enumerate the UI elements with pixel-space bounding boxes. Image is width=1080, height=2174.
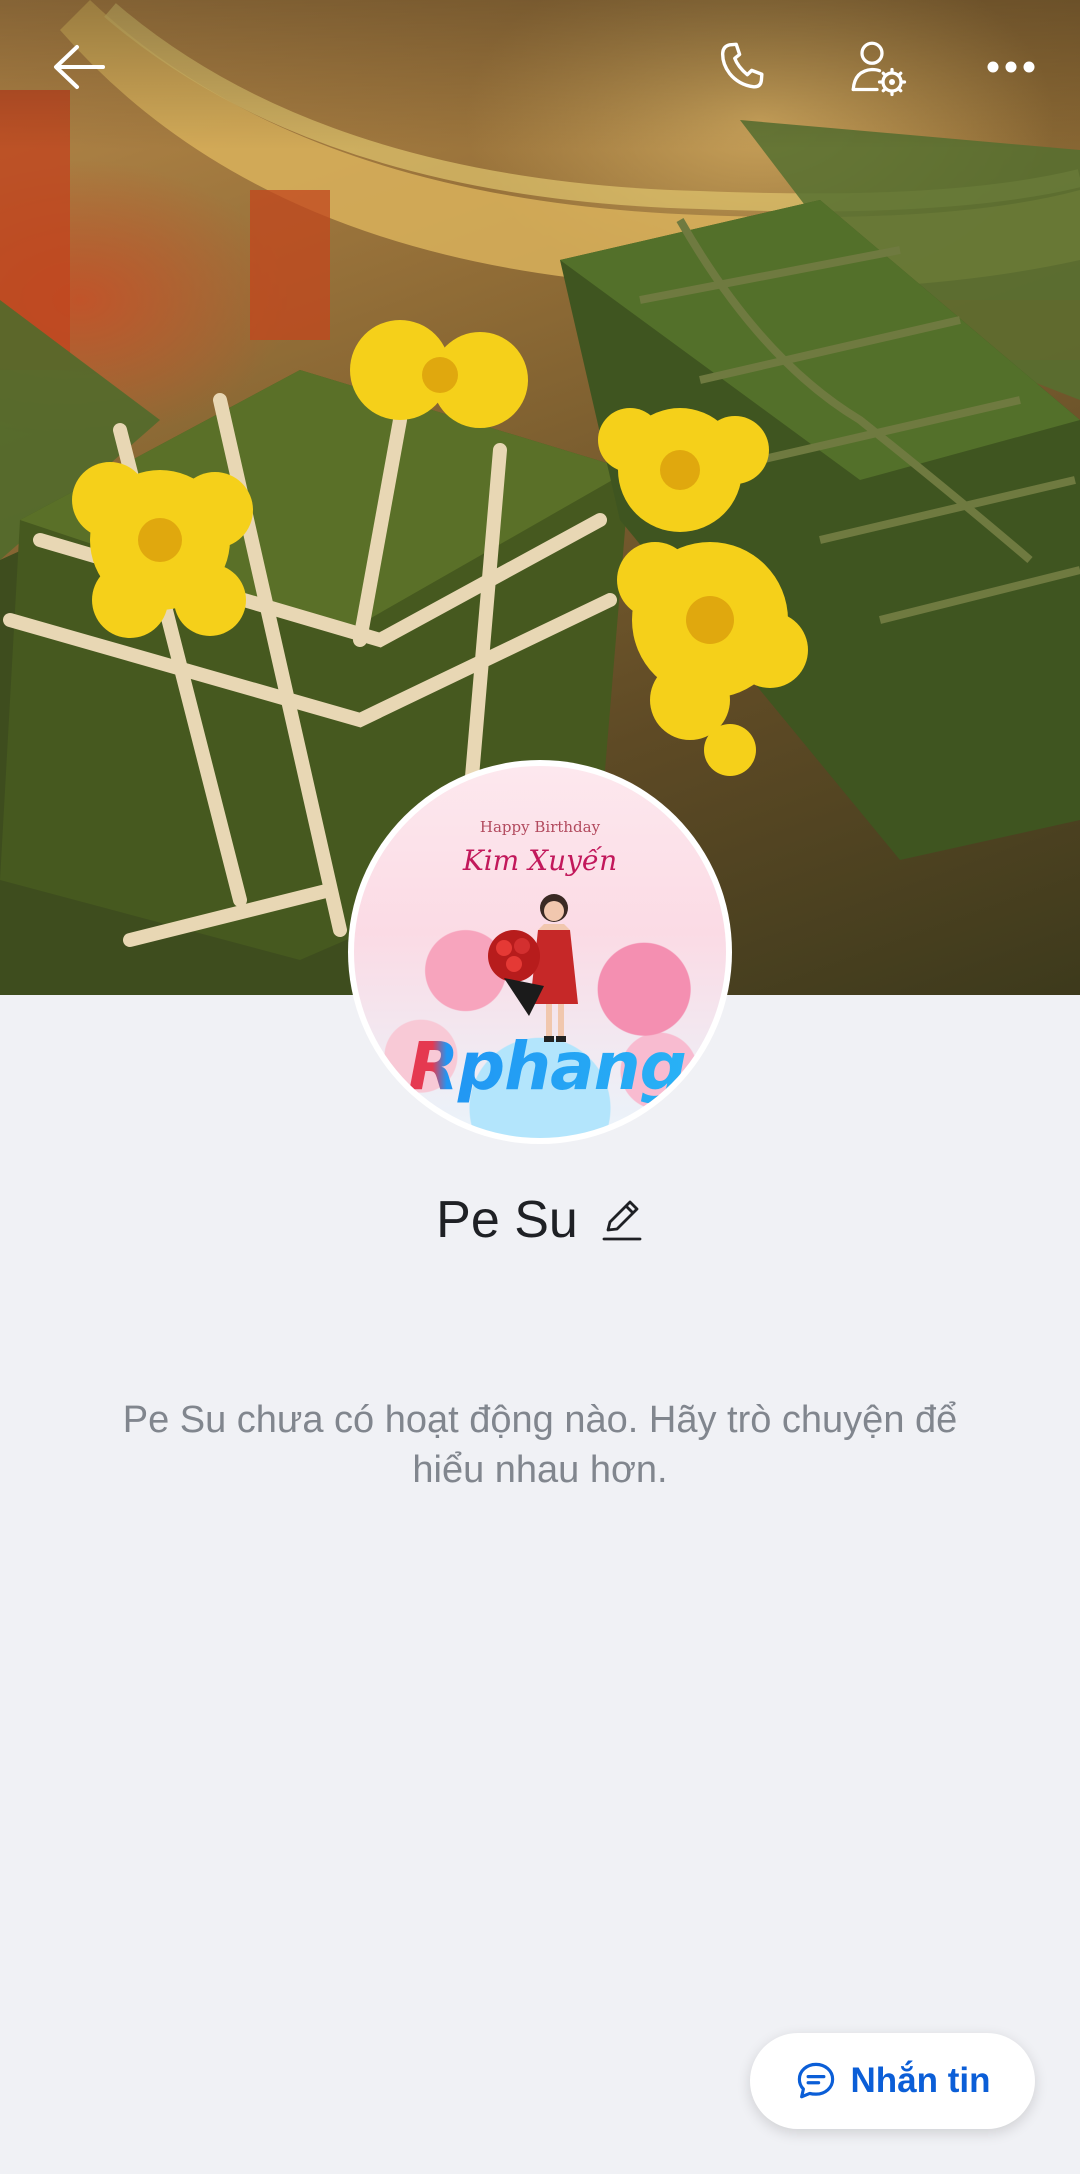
empty-activity-message: Pe Su chưa có hoạt động nào. Hãy trò chu… [122, 1399, 958, 1491]
user-settings-button[interactable] [832, 22, 922, 112]
profile-name-row: Pe Su [0, 1185, 1080, 1255]
chat-bubble-icon [797, 2062, 834, 2099]
avatar-greeting-text: Happy Birthday [479, 818, 601, 836]
back-arrow-icon [54, 45, 105, 89]
profile-name: Pe Su [436, 1191, 578, 1249]
pencil-icon [602, 1200, 642, 1241]
more-options-button[interactable] [966, 22, 1056, 112]
more-icon [987, 61, 1035, 73]
avatar-image: Happy Birthday Kim Xuyến Rphang [354, 766, 726, 1138]
back-button[interactable] [34, 22, 124, 112]
top-bar [0, 0, 1080, 140]
edit-name-button[interactable] [600, 1196, 644, 1244]
phone-icon [721, 42, 764, 89]
avatar-watermark: Rphang [368, 1028, 726, 1105]
user-settings-icon [851, 41, 907, 97]
send-message-button[interactable]: Nhắn tin [750, 2033, 1035, 2129]
send-message-label: Nhắn tin [850, 2061, 991, 2100]
avatar-name-text: Kim Xuyến [462, 844, 618, 877]
avatar[interactable]: Happy Birthday Kim Xuyến Rphang [348, 760, 732, 1144]
call-button[interactable] [698, 22, 788, 112]
